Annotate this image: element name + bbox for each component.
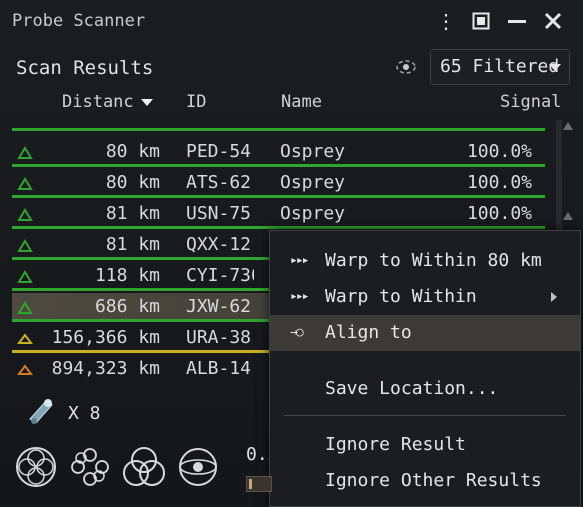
signal-strength-line xyxy=(12,164,545,167)
ship-icon xyxy=(17,301,33,314)
menu-item-label: Ignore Result xyxy=(325,434,466,455)
menu-item-ignore-result[interactable]: Ignore Result xyxy=(270,427,580,463)
cell-signal: 100.0% xyxy=(466,141,532,162)
kebab-icon[interactable]: ⋮ xyxy=(433,8,459,34)
window-icon[interactable] xyxy=(468,8,494,34)
scroll-thumb-icon[interactable] xyxy=(563,212,573,220)
scan-range-fill xyxy=(249,479,252,489)
window-title: Probe Scanner xyxy=(12,11,146,31)
context-menu: ▸▸▸ Warp to Within 80 km ▸▸▸ Warp to Wit… xyxy=(269,230,581,507)
ship-icon xyxy=(17,208,33,221)
scope-icon[interactable] xyxy=(395,57,417,77)
scan-range-label: 0.5 AU xyxy=(246,444,269,465)
ship-icon xyxy=(17,239,33,252)
cell-distance: 80 km xyxy=(105,141,160,162)
probe-count: X 8 xyxy=(68,403,101,424)
center-probes-icon[interactable] xyxy=(176,445,220,489)
scroll-up-icon[interactable] xyxy=(563,122,573,130)
table-row[interactable]: 80 km PED-54 Osprey 100.0% xyxy=(12,138,545,167)
column-header-signal[interactable]: Signal xyxy=(500,92,561,112)
cell-distance: 686 km xyxy=(94,296,160,317)
title-bar[interactable]: Probe Scanner ⋮ xyxy=(0,0,583,42)
cell-id: ALB-14 xyxy=(186,358,252,379)
filter-dropdown[interactable]: 65 Filtered xyxy=(430,49,570,85)
close-icon[interactable] xyxy=(540,8,566,34)
signal-strength-line xyxy=(12,195,545,198)
menu-item-label: Warp to Within xyxy=(325,286,477,307)
cell-id: URA-38 xyxy=(186,327,252,348)
cell-distance: 894,323 km xyxy=(51,358,160,379)
warp-icon: ▸▸▸ xyxy=(290,253,310,268)
cell-signal: 100.0% xyxy=(466,203,532,224)
column-header-id[interactable]: ID xyxy=(186,92,206,112)
cell-distance: 118 km xyxy=(94,265,160,286)
pinpoint-formation-icon[interactable] xyxy=(122,445,166,489)
cell-distance: 81 km xyxy=(105,234,160,255)
align-icon: →○ xyxy=(290,325,304,340)
minimize-icon[interactable] xyxy=(504,8,530,34)
menu-item-warp-80km[interactable]: ▸▸▸ Warp to Within 80 km xyxy=(270,243,580,279)
ship-icon xyxy=(17,177,33,190)
scan-results-title: Scan Results xyxy=(16,57,154,79)
sphere-formation-icon[interactable] xyxy=(14,445,58,489)
menu-item-save-location[interactable]: Save Location... xyxy=(270,371,580,407)
submenu-arrow-icon xyxy=(551,292,557,302)
spread-formation-icon[interactable] xyxy=(68,445,112,489)
scan-range-slider[interactable] xyxy=(246,476,272,492)
sort-descending-icon[interactable] xyxy=(141,99,153,106)
cell-distance: 81 km xyxy=(105,203,160,224)
battleship-icon xyxy=(17,270,33,283)
signal-triangle-icon xyxy=(17,364,33,375)
cell-distance: 156,366 km xyxy=(51,327,160,348)
warp-icon: ▸▸▸ xyxy=(290,289,310,304)
chevron-down-icon xyxy=(549,64,561,71)
menu-item-label: Warp to Within 80 km xyxy=(325,250,542,271)
signal-strength-line xyxy=(12,226,545,229)
cell-id: CYI-730 xyxy=(186,265,254,286)
menu-separator xyxy=(284,415,566,416)
probe-scanner-window: Probe Scanner ⋮ Scan Results 65 Filtered… xyxy=(0,0,583,507)
signal-triangle-icon xyxy=(17,333,33,344)
menu-item-ignore-other-results[interactable]: Ignore Other Results xyxy=(270,463,580,499)
menu-item-label: Align to xyxy=(325,322,412,343)
table-row[interactable]: 81 km USN-75 Osprey 100.0% xyxy=(12,200,545,229)
cell-id: PED-54 xyxy=(186,141,252,162)
table-row[interactable]: 80 km ATS-62 Osprey 100.0% xyxy=(12,169,545,198)
ship-icon xyxy=(17,146,33,159)
cell-id: USN-75 xyxy=(186,203,252,224)
column-header-name[interactable]: Name xyxy=(281,92,322,112)
cell-id: QXX-12 xyxy=(186,234,252,255)
cell-distance: 80 km xyxy=(105,172,160,193)
filter-label: 65 Filtered xyxy=(440,56,560,77)
cell-id: JXW-62 xyxy=(186,296,252,317)
cell-signal: 100.0% xyxy=(466,172,532,193)
menu-item-align-to[interactable]: →○ Align to xyxy=(270,315,580,351)
menu-item-label: Ignore Other Results xyxy=(325,470,542,491)
partial-row[interactable] xyxy=(12,118,545,131)
column-header-distance[interactable]: Distance xyxy=(62,92,134,112)
menu-item-label: Save Location... xyxy=(325,378,499,399)
cell-id: ATS-62 xyxy=(186,172,252,193)
probe-launcher-icon[interactable] xyxy=(24,393,58,427)
menu-item-warp-within[interactable]: ▸▸▸ Warp to Within xyxy=(270,279,580,315)
